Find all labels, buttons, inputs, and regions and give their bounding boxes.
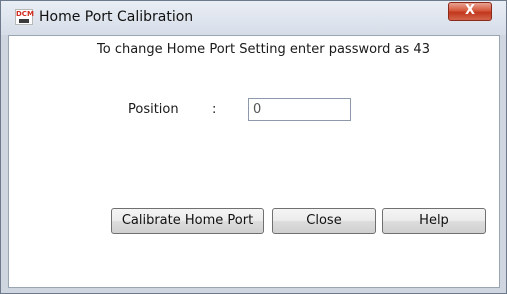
dialog-window: DCM Home Port Calibration X To change Ho… [0, 0, 507, 294]
instruction-text: To change Home Port Setting enter passwo… [97, 42, 430, 57]
title-bar[interactable]: DCM Home Port Calibration X [1, 1, 506, 35]
position-colon: : [212, 102, 217, 117]
dialog-content [8, 35, 500, 288]
close-window-button[interactable]: X [448, 2, 492, 21]
app-icon-text: DCM [16, 10, 34, 18]
position-label: Position [128, 102, 179, 117]
close-button[interactable]: Close [272, 208, 376, 234]
app-icon: DCM [15, 9, 34, 25]
calibrate-home-port-button[interactable]: Calibrate Home Port [111, 208, 264, 234]
help-button[interactable]: Help [382, 208, 486, 234]
position-input[interactable] [248, 98, 351, 121]
close-icon: X [464, 3, 476, 18]
window-title: Home Port Calibration [39, 9, 194, 25]
